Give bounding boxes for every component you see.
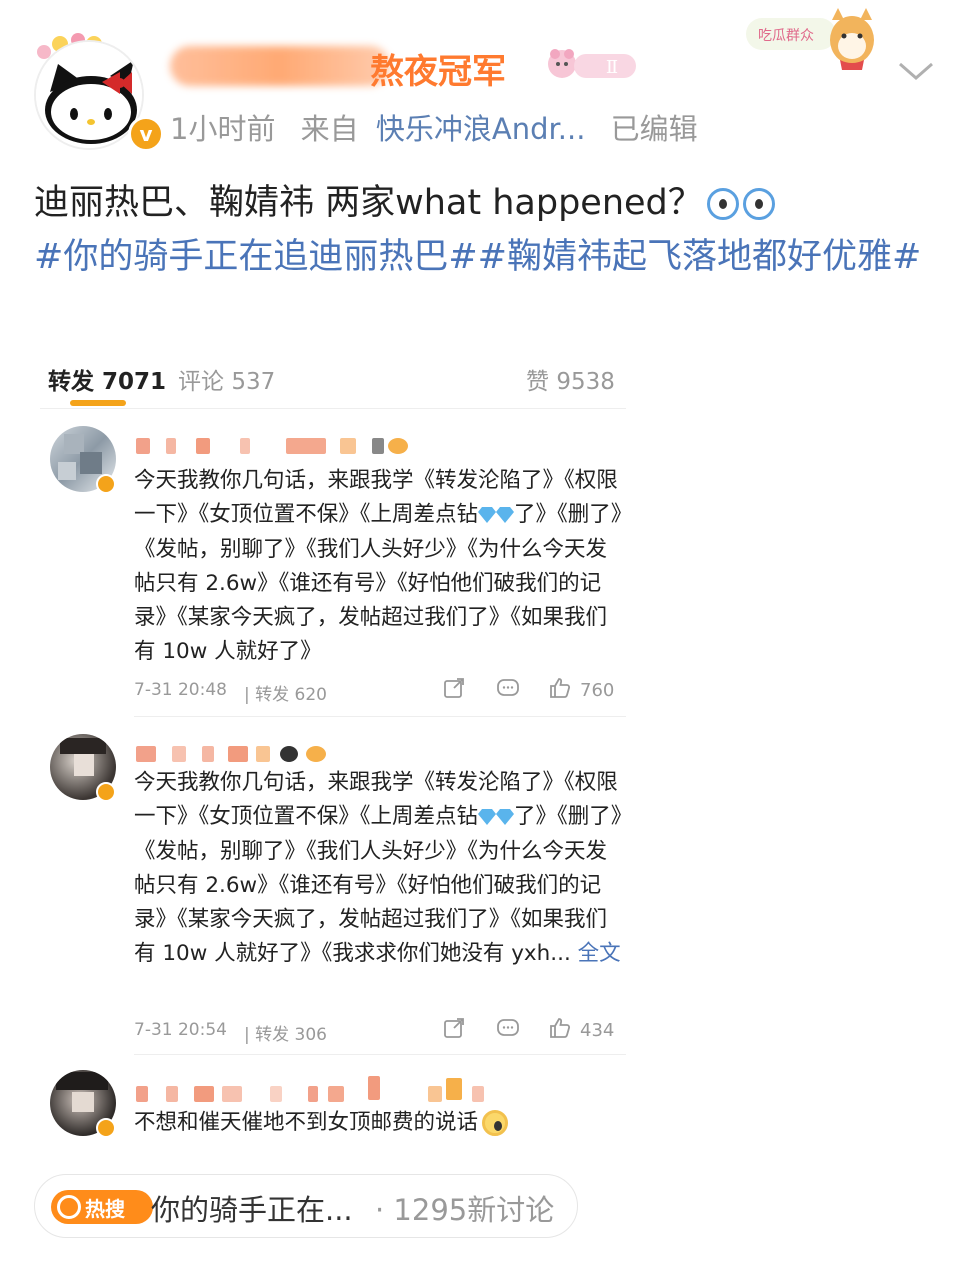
diamond-icon: [496, 507, 515, 524]
comment-divider: [134, 716, 626, 717]
tab-comments[interactable]: 评论 537: [178, 362, 275, 396]
expand-full-text-link[interactable]: 全文: [578, 941, 621, 966]
blurred-username[interactable]: [136, 1076, 496, 1106]
thumbs-up-icon[interactable]: [548, 676, 572, 700]
melon-eater-sticker-icon: 吃瓜群众: [746, 8, 874, 70]
hot-search-topic: 你的骑手正在...: [151, 1193, 353, 1227]
verified-badge-icon: [96, 474, 116, 494]
fish-icon: [388, 438, 408, 454]
author-avatar[interactable]: v: [30, 30, 164, 152]
share-icon[interactable]: [442, 676, 466, 700]
topic-link-jujingyi[interactable]: #鞠婧祎起飞落地都好优雅#: [478, 237, 922, 277]
comment-icon[interactable]: [496, 676, 520, 700]
hot-search-bar[interactable]: 热搜 你的骑手正在... · 1295新讨论: [34, 1174, 578, 1238]
panda-icon: [280, 746, 298, 762]
post-header: v 熬夜冠军 Ⅱ 吃瓜群众 1小时前 来自 快乐冲浪Andr... 已编辑: [0, 0, 960, 160]
thumbs-up-icon[interactable]: [548, 1016, 572, 1040]
diamond-icon: [478, 507, 497, 524]
diamond-icon: [496, 809, 515, 826]
topic-link-rider[interactable]: #你的骑手正在追迪丽热巴#: [34, 237, 478, 277]
author-name-text: 熬夜冠军: [370, 52, 506, 92]
tab-reposts[interactable]: 转发 7071: [48, 362, 166, 396]
comment-like-count: 760: [580, 680, 615, 701]
post-from-label: 来自: [300, 112, 359, 146]
blurred-username[interactable]: [136, 432, 416, 458]
shush-emoji-icon: [482, 1110, 509, 1136]
repost-item[interactable]: 今天我教你几句话，来跟我学《转发沦陷了》《权限一下》《女顶位置不保》《上周差点钻…: [40, 424, 630, 724]
comment-like-count: 434: [580, 1020, 615, 1041]
share-icon[interactable]: [442, 1016, 466, 1040]
author-name[interactable]: 熬夜冠军: [170, 42, 550, 92]
svg-text:吃瓜群众: 吃瓜群众: [758, 28, 814, 44]
hot-search-badge: 热搜: [51, 1190, 153, 1224]
post-body: 迪丽热巴、鞠婧祎 两家what happened？ #你的骑手正在追迪丽热巴##…: [34, 176, 934, 284]
diamond-icon: [478, 809, 497, 826]
chevron-down-icon[interactable]: [896, 56, 936, 86]
comment-repost-count[interactable]: | 转发 306: [244, 1020, 327, 1045]
repost-item[interactable]: 不想和催天催地不到女顶邮费的说话: [40, 1070, 630, 1150]
verified-badge-icon: v: [128, 116, 164, 152]
comment-footer: 7-31 20:48 | 转发 620 760: [134, 676, 626, 706]
tabs-divider: [40, 408, 626, 409]
music-note-icon: [372, 438, 384, 454]
comment-text: 今天我教你几句话，来跟我学《转发沦陷了》《权限一下》《女顶位置不保》《上周差点钻…: [134, 770, 622, 967]
verified-badge-icon: [96, 782, 116, 802]
doraemon-emoji-icon: [706, 188, 739, 220]
post-stats-tabs: 转发 7071 评论 537 赞 9538: [48, 362, 615, 408]
comment-divider: [134, 1054, 626, 1055]
blurred-username[interactable]: [136, 740, 416, 766]
blurred-name-mask: [170, 46, 390, 86]
comment-icon[interactable]: [496, 1016, 520, 1040]
edited-label[interactable]: 已编辑: [611, 112, 698, 146]
tab-likes[interactable]: 赞 9538: [526, 362, 615, 396]
comment-date: 7-31 20:54: [134, 1020, 227, 1040]
repost-item[interactable]: 今天我教你几句话，来跟我学《转发沦陷了》《权限一下》《女顶位置不保》《上周差点钻…: [40, 732, 630, 1062]
fish-icon: [306, 746, 326, 762]
doraemon-emoji-icon: [742, 188, 775, 220]
comment-date: 7-31 20:48: [134, 680, 227, 700]
post-text: 迪丽热巴、鞠婧祎 两家what happened？: [34, 183, 703, 223]
search-icon: [57, 1195, 81, 1219]
post-meta: 1小时前 来自 快乐冲浪Andr... 已编辑: [170, 106, 714, 148]
post-time: 1小时前: [170, 112, 276, 146]
comment-repost-count[interactable]: | 转发 620: [244, 680, 327, 705]
post-source-link[interactable]: 快乐冲浪Andr...: [376, 112, 586, 146]
active-tab-indicator: [70, 400, 126, 406]
verified-badge-icon: [96, 1118, 116, 1138]
medal-level: Ⅱ: [606, 57, 618, 78]
comment-footer: 7-31 20:54 | 转发 306 434: [134, 1016, 626, 1046]
fan-medal-icon: Ⅱ: [548, 49, 636, 78]
comment-text: 今天我教你几句话，来跟我学《转发沦陷了》《权限一下》《女顶位置不保》《上周差点钻…: [134, 468, 622, 665]
comment-text: 不想和催天催地不到女顶邮费的说话: [134, 1106, 626, 1140]
hot-search-count: · 1295新讨论: [375, 1193, 555, 1227]
